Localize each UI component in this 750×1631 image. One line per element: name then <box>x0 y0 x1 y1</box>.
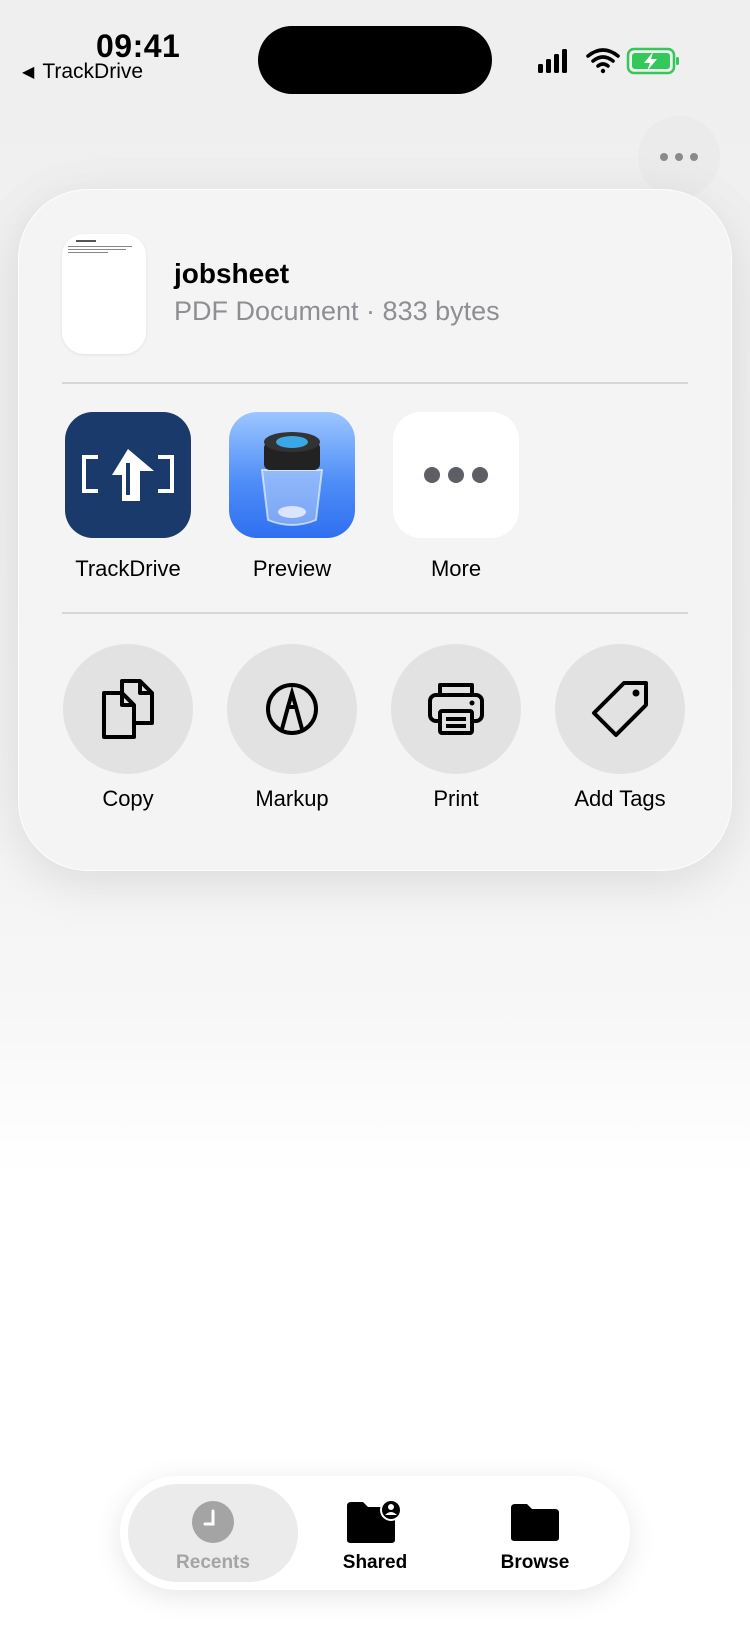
document-meta: PDF Document · 833 bytes <box>174 296 500 326</box>
tab-label: Browse <box>500 1552 570 1573</box>
tab-browse[interactable]: Browse <box>450 1484 620 1582</box>
cellular-signal-icon <box>538 49 567 73</box>
action-label: Add Tags <box>574 786 666 811</box>
back-arrow-icon: ◀ <box>22 64 35 81</box>
document-thumbnail <box>62 234 146 354</box>
divider <box>62 382 688 384</box>
app-label: Preview <box>252 556 332 581</box>
status-icons <box>538 47 679 75</box>
wifi-icon <box>586 48 620 74</box>
copy-button[interactable] <box>63 644 193 774</box>
pdf-preview-icon <box>68 240 132 253</box>
markup-button[interactable] <box>227 644 357 774</box>
printer-icon <box>428 683 484 735</box>
app-preview[interactable]: Preview <box>207 412 377 582</box>
dynamic-island <box>258 26 492 94</box>
preview-app-icon <box>229 412 355 538</box>
markup-action[interactable]: Markup <box>207 644 377 812</box>
add-tags-action[interactable]: Add Tags <box>535 644 705 812</box>
copy-icon <box>102 679 154 739</box>
action-label: Print <box>433 786 479 811</box>
back-app-label: TrackDrive <box>42 60 144 83</box>
divider <box>62 612 688 614</box>
clock-icon <box>192 1501 234 1543</box>
tab-label: Recents <box>176 1552 250 1573</box>
tab-label: Shared <box>342 1552 408 1573</box>
app-trackdrive[interactable]: TrackDrive <box>43 412 213 582</box>
document-name: jobsheet <box>174 258 290 289</box>
action-label: Markup <box>255 786 329 811</box>
tag-icon <box>592 681 648 737</box>
back-to-app-link[interactable]: ◀ TrackDrive <box>22 60 143 84</box>
print-button[interactable] <box>391 644 521 774</box>
tab-shared[interactable]: Shared <box>290 1484 460 1582</box>
app-label: TrackDrive <box>75 556 181 581</box>
action-label: Copy <box>102 786 154 811</box>
more-options-button[interactable] <box>638 116 720 198</box>
tab-recents[interactable]: Recents <box>128 1484 298 1582</box>
shared-folder-icon <box>347 1500 402 1543</box>
app-label: More <box>430 556 482 581</box>
app-more[interactable]: More <box>371 412 541 582</box>
markup-pen-icon <box>266 683 318 735</box>
ellipsis-icon <box>660 153 698 161</box>
print-action[interactable]: Print <box>371 644 541 812</box>
battery-charging-icon <box>626 47 679 75</box>
add-tags-button[interactable] <box>555 644 685 774</box>
more-dots-icon <box>393 412 519 538</box>
folder-icon <box>511 1504 559 1541</box>
copy-action[interactable]: Copy <box>43 644 213 812</box>
trackdrive-app-icon <box>65 412 191 538</box>
